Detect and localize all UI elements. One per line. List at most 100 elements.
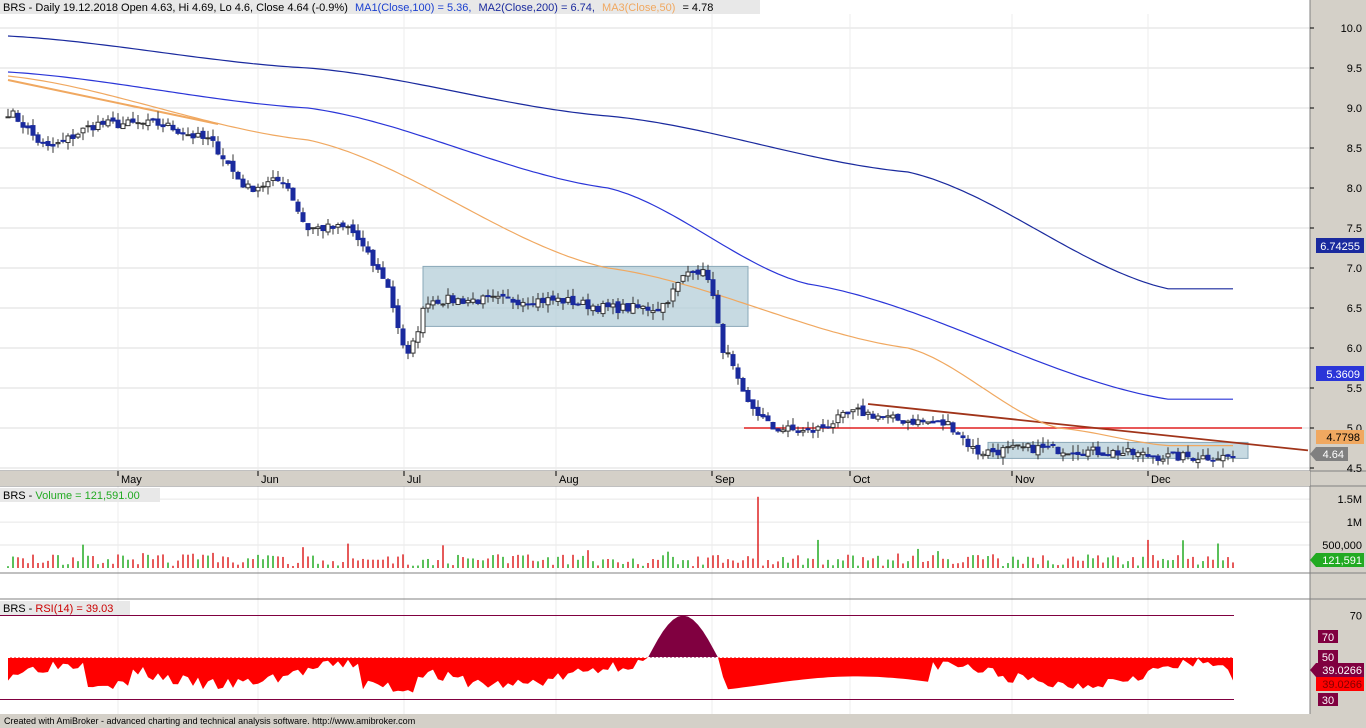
candle-down: [755, 406, 761, 416]
candle-up: [555, 297, 561, 302]
candle-down: [380, 267, 386, 279]
candle-up: [195, 132, 201, 138]
candle-down: [340, 222, 346, 228]
candle-down: [295, 201, 301, 212]
plot-background: [0, 0, 1310, 714]
svg-text:4.64: 4.64: [1323, 449, 1344, 461]
candle-down: [20, 122, 26, 128]
ma200-badge: 6.74255: [1316, 238, 1364, 253]
price-tick-label: 9.0: [1347, 103, 1362, 115]
candle-down: [735, 367, 741, 379]
x-tick-label: Dec: [1151, 474, 1171, 486]
svg-text:6.74255: 6.74255: [1320, 241, 1360, 253]
candle-down: [40, 141, 46, 144]
candle-down: [870, 413, 876, 419]
candle-up: [260, 185, 266, 188]
candle-up: [520, 301, 526, 307]
candle-down: [1040, 443, 1046, 448]
candle-down: [1070, 452, 1076, 455]
x-tick-label: Aug: [559, 474, 579, 486]
candle-up: [1160, 458, 1166, 462]
candle-down: [240, 178, 246, 188]
candle-down: [370, 249, 376, 266]
price-tick-label: 4.5: [1347, 463, 1362, 475]
candle-down: [825, 426, 831, 429]
candle-down: [1190, 458, 1196, 461]
candle-down: [155, 118, 161, 126]
candle-down: [30, 125, 36, 136]
candle-up: [1140, 451, 1146, 456]
candle-down: [645, 306, 651, 311]
candle-up: [1120, 452, 1126, 456]
price-tick-label: 5.5: [1347, 383, 1362, 395]
volume-title: BRS - Volume = 121,591.00: [3, 490, 140, 502]
candle-up: [885, 415, 891, 418]
candle-down: [635, 304, 641, 308]
x-tick-label: May: [121, 474, 142, 486]
svg-text:39.0266: 39.0266: [1322, 679, 1362, 691]
rsi-value-badge-red: 39.0266: [1316, 677, 1364, 691]
candle-down: [765, 415, 771, 422]
candle-up: [985, 449, 991, 456]
candle-up: [970, 445, 976, 449]
candle-down: [250, 185, 256, 192]
price-tick-label: 10.0: [1341, 23, 1362, 35]
candle-up: [1200, 455, 1206, 460]
candle-up: [440, 303, 446, 306]
candle-down: [950, 422, 956, 433]
candle-down: [820, 424, 826, 429]
rsi-os-badge: 30: [1318, 693, 1338, 707]
candle-down: [1030, 444, 1036, 454]
candle-down: [515, 299, 521, 306]
svg-text:4.7798: 4.7798: [1326, 432, 1360, 444]
candle-up: [565, 297, 571, 303]
candle-down: [1175, 451, 1181, 461]
candle-down: [960, 435, 966, 439]
candle-down: [1115, 450, 1121, 456]
rsi-mid-badge: 50: [1318, 650, 1338, 664]
rsi-ob-badge: 70: [1318, 630, 1338, 644]
candle-up: [630, 303, 636, 314]
candle-up: [535, 298, 541, 308]
candle-up: [865, 411, 871, 415]
candle-up: [490, 295, 496, 298]
candle-down: [200, 130, 206, 139]
candle-down: [35, 134, 41, 143]
candle-up: [325, 223, 331, 233]
ma50-badge: 4.7798: [1316, 430, 1364, 444]
candle-down: [930, 420, 936, 424]
candle-up: [835, 414, 841, 424]
candle-down: [935, 420, 941, 423]
candle-up: [600, 303, 606, 315]
candle-up: [980, 453, 986, 457]
candle-up: [75, 133, 81, 138]
candle-up: [495, 295, 501, 299]
candle-up: [590, 305, 596, 312]
candle-up: [1180, 452, 1186, 461]
svg-text:39.0266: 39.0266: [1322, 665, 1362, 677]
candle-up: [265, 181, 271, 188]
candle-down: [795, 430, 801, 433]
price-tick-label: 6.5: [1347, 303, 1362, 315]
candle-down: [775, 428, 781, 432]
candle-up: [1065, 453, 1071, 456]
candle-down: [350, 224, 356, 234]
candle-up: [665, 302, 671, 305]
candle-up: [1090, 446, 1096, 451]
candle-down: [525, 303, 531, 306]
candle-down: [615, 301, 621, 314]
candle-down: [1155, 455, 1161, 461]
candle-down: [290, 187, 296, 201]
x-tick-label: Oct: [853, 474, 870, 486]
candle-down: [655, 308, 661, 312]
candle-down: [170, 124, 176, 131]
candle-up: [430, 300, 436, 306]
candle-down: [375, 264, 381, 270]
candle-down: [160, 124, 166, 128]
candle-down: [385, 279, 391, 288]
candle-down: [1045, 445, 1051, 448]
price-tick-label: 7.5: [1347, 223, 1362, 235]
candle-up: [640, 305, 646, 309]
candle-up: [85, 125, 91, 128]
candle-up: [1015, 444, 1021, 447]
